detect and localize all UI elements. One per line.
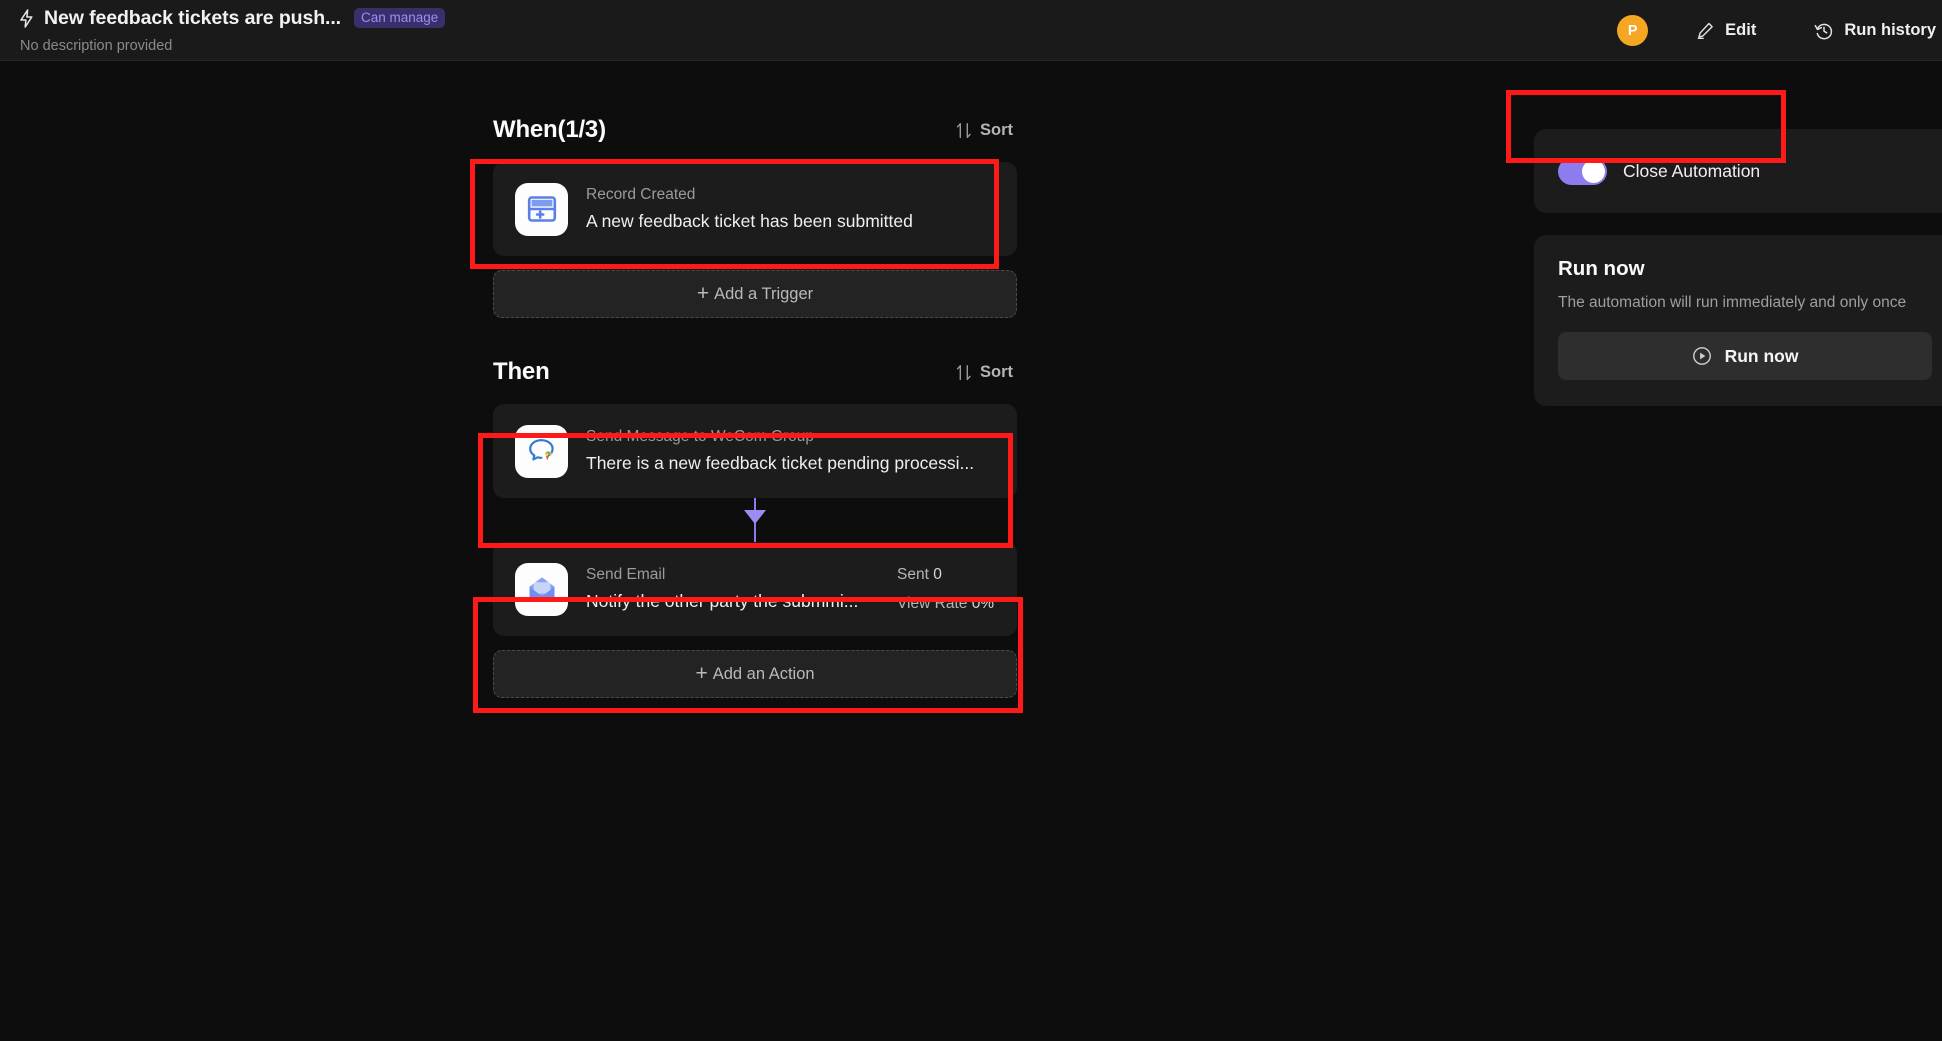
stat-sent: Sent 0 — [897, 566, 995, 584]
close-automation-label: Close Automation — [1623, 160, 1761, 181]
when-section-header: When(1/3) Sort — [493, 112, 1017, 148]
trigger-card-text: Record Created A new feedback ticket has… — [586, 186, 995, 232]
action-stats: Sent 0 View Rate 0% — [891, 566, 995, 613]
flow-connector — [493, 498, 1017, 542]
trigger-kind: Record Created — [586, 186, 696, 203]
lightning-bolt-icon — [18, 8, 35, 28]
top-bar-actions: P Edit Run history — [1617, 0, 1942, 61]
stat-sent-value: 0 — [933, 565, 942, 583]
action-kind: Send Message to WeCom Group — [586, 428, 815, 445]
play-circle-icon — [1692, 346, 1712, 366]
panel-spacer — [1534, 213, 1942, 235]
action-card-wecom[interactable]: Send Message to WeCom Group There is a n… — [493, 404, 1017, 498]
add-action-button[interactable]: + Add an Action — [493, 650, 1017, 698]
close-automation-toggle[interactable] — [1558, 157, 1607, 185]
run-now-title: Run now — [1558, 257, 1645, 280]
plus-icon: + — [696, 281, 710, 305]
right-side-panel: Close Automation Run now The automation … — [1534, 129, 1942, 406]
pencil-icon — [1696, 21, 1715, 40]
run-now-button[interactable]: Run now — [1558, 332, 1932, 380]
trigger-description: A new feedback ticket has been submitted — [586, 211, 913, 231]
close-automation-card: Close Automation — [1534, 129, 1942, 213]
automation-detail-page: New feedback tickets are push... Can man… — [0, 0, 1942, 1041]
stat-view-rate-label: View Rate — [897, 594, 968, 612]
run-now-subtitle: The automation will run immediately and … — [1558, 294, 1907, 311]
action-description: There is a new feedback ticket pending p… — [586, 453, 975, 473]
trigger-card[interactable]: Record Created A new feedback ticket has… — [493, 162, 1017, 256]
run-now-button-label: Run now — [1724, 345, 1799, 366]
when-sort-label: Sort — [980, 120, 1013, 139]
run-now-card: Run now The automation will run immediat… — [1534, 235, 1942, 406]
title-row: New feedback tickets are push... Can man… — [18, 5, 446, 31]
wecom-chat-icon — [515, 424, 568, 478]
then-section-header: Then Sort — [493, 354, 1017, 390]
sort-arrows-icon — [956, 364, 972, 381]
run-history-button[interactable]: Run history — [1814, 21, 1936, 41]
sort-arrows-icon — [956, 122, 972, 139]
stat-view-rate: View Rate 0% — [897, 595, 995, 613]
connector-arrow-icon — [744, 510, 766, 524]
add-action-label: Add an Action — [712, 664, 815, 683]
add-trigger-label: Add a Trigger — [714, 284, 814, 303]
email-envelope-icon — [515, 562, 568, 616]
then-sort-label: Sort — [980, 362, 1013, 381]
then-section-title: Then — [493, 358, 550, 385]
when-section-title: When(1/3) — [493, 116, 606, 143]
stat-view-rate-value: 0% — [971, 594, 995, 612]
top-bar: New feedback tickets are push... Can man… — [0, 0, 1942, 61]
run-history-button-label: Run history — [1844, 21, 1936, 39]
edit-button[interactable]: Edit — [1696, 21, 1756, 40]
add-trigger-button[interactable]: + Add a Trigger — [493, 270, 1017, 318]
history-clock-icon — [1814, 21, 1834, 41]
action-kind: Send Email — [586, 566, 666, 583]
record-created-icon — [515, 182, 568, 236]
automation-canvas: When(1/3) Sort Record Created A new feed… — [0, 61, 1942, 1041]
action-card-email[interactable]: Send Email Notify the other party the su… — [493, 542, 1017, 636]
avatar[interactable]: P — [1617, 15, 1649, 46]
action-card-text: Send Message to WeCom Group There is a n… — [586, 428, 995, 474]
edit-button-label: Edit — [1725, 21, 1757, 39]
then-sort-button[interactable]: Sort — [956, 363, 1017, 382]
action-card-text: Send Email Notify the other party the su… — [586, 566, 873, 612]
page-title: New feedback tickets are push... — [44, 6, 342, 29]
automation-flow: When(1/3) Sort Record Created A new feed… — [493, 112, 1017, 698]
title-block: New feedback tickets are push... Can man… — [18, 5, 446, 54]
permission-badge: Can manage — [354, 7, 446, 29]
action-description: Notify the other party the submmi... — [586, 591, 859, 611]
stat-sent-label: Sent — [897, 565, 929, 583]
page-description: No description provided — [20, 38, 173, 54]
plus-icon: + — [695, 661, 708, 685]
toggle-knob — [1582, 159, 1605, 183]
when-sort-button[interactable]: Sort — [956, 121, 1017, 140]
